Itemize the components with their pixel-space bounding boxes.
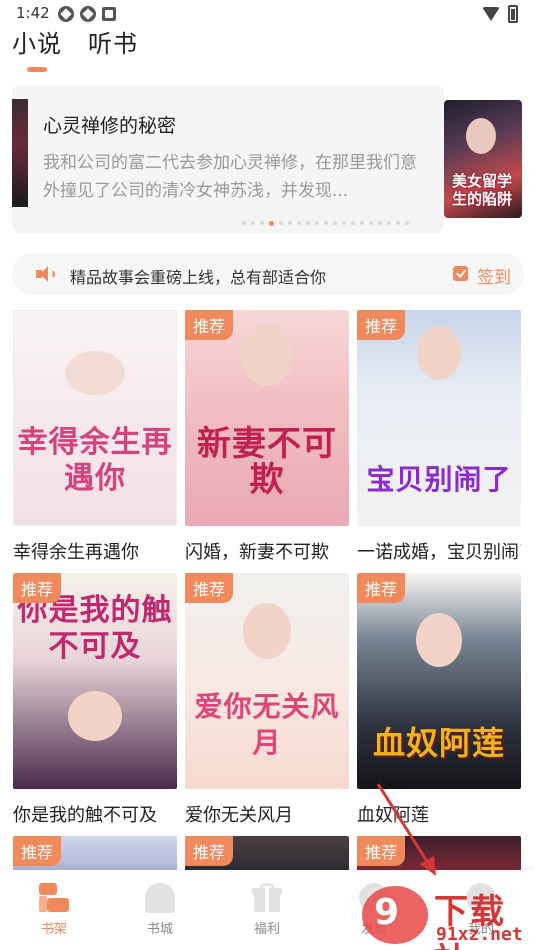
banner-title: 心灵禅修的秘密 — [43, 115, 177, 137]
book-cover[interactable]: 宝贝别闹了 推荐 — [357, 310, 521, 526]
site-watermark: 9 下载站 91xz.net — [362, 880, 534, 950]
next-banner-cover-text: 美女留学生的陷阱 — [452, 172, 513, 208]
book-title: 你是我的触不可及 — [13, 805, 157, 826]
nav-label: 书城 — [146, 922, 173, 937]
checkin-icon[interactable] — [453, 266, 468, 281]
pagination-dot — [260, 221, 264, 225]
app-notification-icon — [58, 6, 74, 22]
book-cover[interactable]: 幸得余生再遇你 — [13, 310, 177, 526]
book-title: 幸得余生再遇你 — [13, 542, 139, 563]
bookstore-icon — [145, 883, 175, 913]
book-card[interactable]: 幸得余生再遇你 幸得余生再遇你 — [13, 310, 177, 564]
pagination-dot — [369, 221, 373, 225]
annotation-arrow — [376, 783, 436, 876]
nav-bookshelf[interactable]: 书架 — [14, 870, 94, 950]
prev-banner-cover — [12, 99, 28, 207]
book-card[interactable]: 宝贝别闹了 推荐 一诺成婚，宝贝别闹了 — [357, 310, 521, 564]
nav-label: 福利 — [253, 922, 280, 937]
cover-title-art: 新妻不可欺 — [197, 424, 337, 500]
tab-novel[interactable]: 小说 — [12, 24, 62, 59]
pagination-dot — [269, 221, 274, 226]
book-title: 闪婚，新妻不可欺 — [185, 542, 329, 563]
pagination-dot — [315, 221, 319, 225]
pagination-dot — [306, 221, 310, 225]
battery-icon — [508, 5, 518, 23]
pagination-dot — [405, 221, 409, 225]
featured-banner[interactable]: 心灵禅修的秘密 我和公司的富二代去参加心灵禅修，在那里我们意外撞见了公司的清冷女… — [12, 85, 522, 233]
cover-illustration — [68, 691, 122, 741]
pagination-dot — [396, 221, 400, 225]
pagination-dot — [333, 221, 337, 225]
cover-illustration — [65, 351, 125, 395]
recommended-badge: 推荐 — [185, 310, 234, 340]
pagination-dot — [242, 221, 246, 225]
book-cover[interactable]: 爱你无关风月 推荐 — [185, 573, 349, 789]
book-card[interactable]: 新妻不可欺 推荐 闪婚，新妻不可欺 — [185, 310, 349, 564]
bookshelf-icon — [39, 883, 69, 913]
book-title: 爱你无关风月 — [185, 805, 293, 826]
book-cover[interactable]: 你是我的触不可及 推荐 — [13, 573, 177, 789]
nav-label: 书架 — [40, 922, 67, 937]
recommended-badge: 推荐 — [185, 573, 234, 603]
pagination-dot — [288, 221, 292, 225]
next-banner-cover[interactable]: 美女留学生的陷阱 — [444, 100, 522, 218]
pagination-dot — [279, 221, 283, 225]
cover-title-art: 宝贝别闹了 — [366, 463, 512, 496]
banner-description: 我和公司的富二代去参加心灵禅修，在那里我们意外撞见了公司的清冷女神苏浅，并发现.… — [43, 153, 417, 201]
cover-title-art: 爱你无关风月 — [194, 690, 340, 759]
gift-icon — [252, 883, 282, 913]
pagination-dot — [360, 221, 364, 225]
tab-audiobook[interactable]: 听书 — [88, 24, 138, 59]
notification-icons — [58, 6, 116, 22]
cover-title-art: 你是我的触不可及 — [17, 593, 173, 664]
watermark-domain: 91xz.net — [436, 924, 523, 945]
recommended-badge: 推荐 — [357, 310, 406, 340]
nav-welfare[interactable]: 福利 — [227, 870, 307, 950]
announcement-bar[interactable]: 精品故事会重磅上线，总有部适合你 签到 — [12, 253, 524, 295]
pagination-dot — [387, 221, 391, 225]
app-notification-icon — [102, 7, 116, 21]
cover-illustration — [243, 603, 291, 659]
book-title: 一诺成婚，宝贝别闹了 — [357, 542, 521, 563]
cover-illustration — [241, 324, 293, 386]
book-card[interactable]: 你是我的触不可及 推荐 你是我的触不可及 — [13, 573, 177, 827]
recommended-badge: 推荐 — [13, 573, 62, 603]
book-cover[interactable]: 血奴阿莲 推荐 — [357, 573, 521, 789]
nav-bookstore[interactable]: 书城 — [120, 870, 200, 950]
cover-title-art: 血奴阿莲 — [372, 724, 505, 762]
cover-title-art: 幸得余生再遇你 — [17, 425, 173, 496]
watermark-logo: 9 — [362, 886, 428, 944]
pagination-dot — [342, 221, 346, 225]
recommended-badge: 推荐 — [13, 836, 62, 866]
announcement-text: 精品故事会重磅上线，总有部适合你 — [70, 268, 327, 287]
cover-illustration — [416, 613, 462, 667]
status-time: 1:42 — [16, 4, 50, 22]
checkin-button[interactable]: 签到 — [477, 263, 511, 288]
top-tabs: 小说 听书 — [12, 24, 138, 59]
recommended-badge: 推荐 — [185, 836, 234, 866]
pagination-dot — [378, 221, 382, 225]
cover-face — [466, 118, 496, 154]
speaker-icon — [36, 266, 55, 282]
wifi-icon — [482, 7, 500, 21]
pagination-dot — [297, 221, 301, 225]
app-notification-icon — [80, 6, 96, 22]
banner-pagination — [242, 221, 409, 226]
book-card[interactable]: 爱你无关风月 推荐 爱你无关风月 — [185, 573, 349, 827]
cover-illustration — [417, 326, 461, 380]
pagination-dot — [324, 221, 328, 225]
system-icons — [482, 5, 518, 23]
banner-card[interactable]: 心灵禅修的秘密 我和公司的富二代去参加心灵禅修，在那里我们意外撞见了公司的清冷女… — [12, 85, 444, 233]
active-tab-indicator — [27, 67, 47, 72]
pagination-dot — [351, 221, 355, 225]
pagination-dot — [251, 221, 255, 225]
recommended-badge: 推荐 — [357, 573, 406, 603]
book-cover[interactable]: 新妻不可欺 推荐 — [185, 310, 349, 526]
